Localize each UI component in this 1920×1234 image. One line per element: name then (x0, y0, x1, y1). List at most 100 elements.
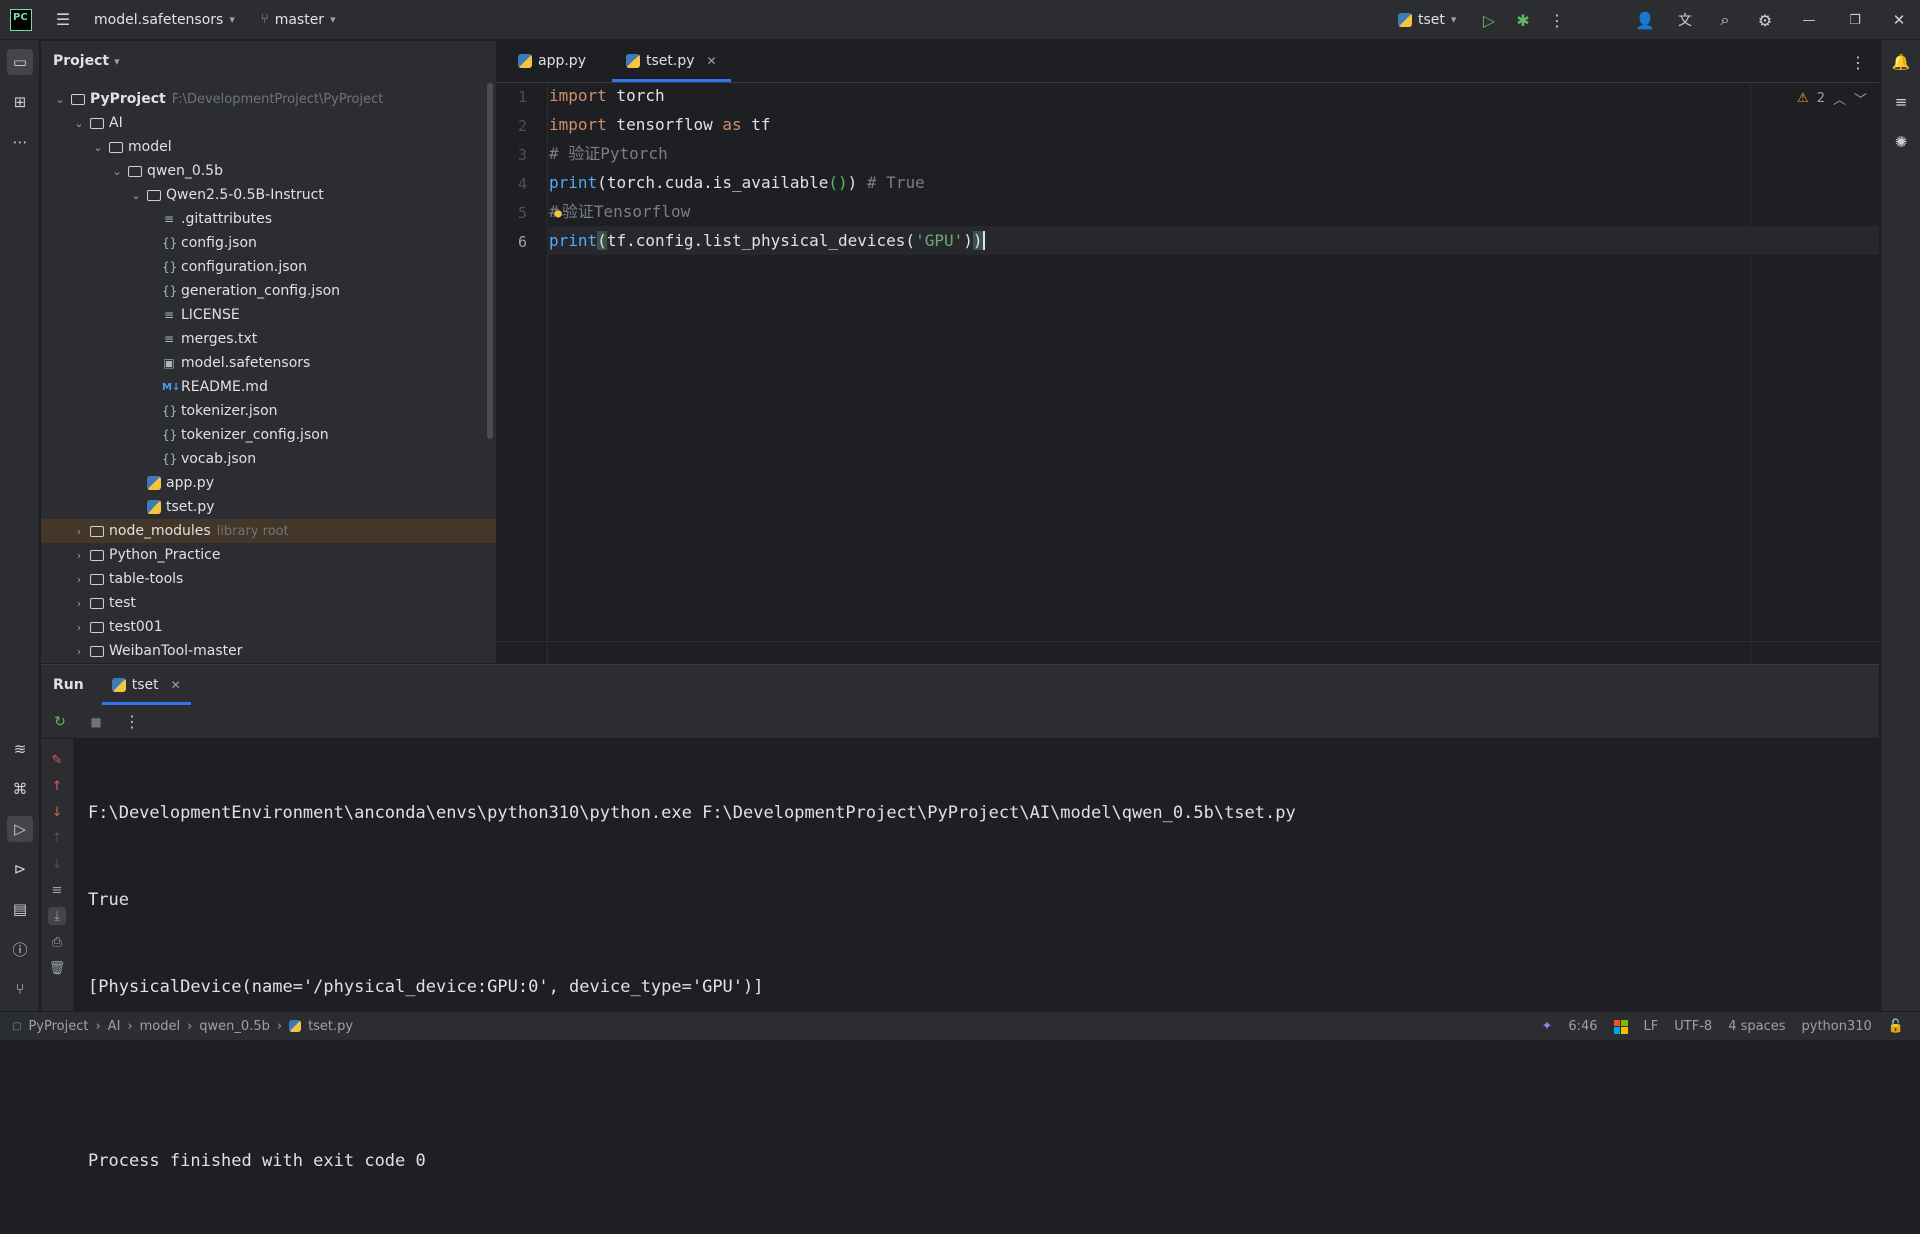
git-tool-icon[interactable]: ⑂ (7, 976, 33, 1002)
up-arrow-icon[interactable]: ↑ (48, 777, 66, 795)
chevron-right-icon[interactable]: › (72, 549, 86, 562)
project-scrollbar[interactable] (487, 83, 493, 439)
translate-icon[interactable]: 文 (1672, 7, 1698, 33)
tree-item[interactable]: {} vocab.json (41, 447, 496, 471)
tree-item[interactable]: app.py (41, 471, 496, 495)
main-menu-icon[interactable]: ☰ (50, 7, 76, 33)
layers-tool-icon[interactable]: ≋ (7, 736, 33, 762)
tree-item[interactable]: ⌄ model (41, 135, 496, 159)
chevron-right-icon[interactable]: › (72, 525, 86, 538)
project-selector[interactable]: model.safetensors ▾ (94, 12, 235, 28)
chevron-down-icon[interactable]: ﹀ (1854, 89, 1867, 108)
inspection-widget[interactable]: ⚠ 2 ︿ ﹀ (1797, 89, 1867, 108)
tree-item[interactable]: {} generation_config.json (41, 279, 496, 303)
more-tools-icon[interactable]: ⋯ (7, 129, 33, 155)
chevron-down-icon[interactable]: ⌄ (72, 117, 86, 130)
chevron-down-icon[interactable]: ⌄ (91, 141, 105, 154)
run-config-selector[interactable]: tset ▾ (1398, 12, 1456, 28)
breadcrumb-item[interactable]: model (140, 1019, 180, 1034)
branch-selector[interactable]: ⑂ master ▾ (261, 12, 336, 28)
print-icon[interactable]: ⎙ (48, 933, 66, 951)
python-interpreter[interactable]: python310 (1802, 1019, 1872, 1034)
tree-item[interactable]: › WeibanTool-master (41, 639, 496, 663)
chevron-down-icon[interactable]: ⌄ (129, 189, 143, 202)
tab-options-icon[interactable]: ⋮ (1845, 49, 1871, 75)
tree-item[interactable]: M↓ README.md (41, 375, 496, 399)
tab-app-py[interactable]: app.py (504, 40, 600, 82)
terminal-tool-icon[interactable]: ▤ (7, 896, 33, 922)
tree-item[interactable]: ≡ merges.txt (41, 327, 496, 351)
run-tool-icon[interactable]: ▷ (7, 816, 33, 842)
tree-item[interactable]: › test001 (41, 615, 496, 639)
database-icon[interactable]: ≡ (1888, 89, 1914, 115)
editor-horizontal-scroll[interactable] (496, 641, 1879, 663)
minimize-icon[interactable]: — (1796, 7, 1822, 33)
pin-icon[interactable]: ✎ (48, 751, 66, 769)
ai-status-icon[interactable]: ✦ (1541, 1019, 1552, 1034)
code-with-me-icon[interactable]: 👤 (1632, 7, 1658, 33)
search-icon[interactable]: ⌕ (1712, 7, 1738, 33)
chevron-right-icon[interactable]: › (72, 597, 86, 610)
breadcrumb-item[interactable]: tset.py (308, 1019, 353, 1034)
tree-item[interactable]: {} configuration.json (41, 255, 496, 279)
debug-icon[interactable]: ✱ (1510, 7, 1536, 33)
tree-item[interactable]: › table-tools (41, 567, 496, 591)
tree-item[interactable]: › node_modules library root (41, 519, 496, 543)
tree-item[interactable]: › test (41, 591, 496, 615)
tree-item[interactable]: ≡ .gitattributes (41, 207, 496, 231)
tree-item[interactable]: › Python_Practice (41, 543, 496, 567)
breadcrumb-item[interactable]: PyProject (28, 1019, 88, 1034)
chevron-right-icon[interactable]: › (72, 573, 86, 586)
scroll-to-end-icon[interactable]: ⤓ (48, 907, 66, 925)
close-tab-icon[interactable]: ✕ (707, 54, 717, 68)
trash-icon[interactable]: 🗑 (48, 959, 66, 977)
soft-wrap-icon[interactable]: ≡ (48, 881, 66, 899)
rerun-icon[interactable]: ↻ (47, 709, 73, 735)
breadcrumb-item[interactable]: qwen_0.5b (199, 1019, 270, 1034)
chevron-down-icon[interactable]: ⌄ (110, 165, 124, 178)
down-arrow-icon[interactable]: ↓ (48, 803, 66, 821)
close-tab-icon[interactable]: ✕ (171, 678, 181, 692)
code-line-6[interactable]: print(tf.config.list_physical_devices('G… (549, 226, 1879, 255)
project-tool-icon[interactable]: ▭ (7, 49, 33, 75)
more-options-icon[interactable]: ⋮ (119, 709, 145, 735)
tree-row-root[interactable]: ⌄ PyProject F:\DevelopmentProject\PyProj… (41, 87, 496, 111)
tree-item[interactable]: ≡ LICENSE (41, 303, 496, 327)
run-tab-tset[interactable]: tset ✕ (101, 665, 191, 705)
code-line-2[interactable]: import tensorflow as tf (549, 110, 771, 139)
lightbulb-icon[interactable]: ● (555, 206, 562, 220)
problems-tool-icon[interactable]: ⓘ (7, 936, 33, 962)
tree-item[interactable]: {} config.json (41, 231, 496, 255)
code-line-3[interactable]: # 验证Pytorch (549, 139, 668, 168)
console-output[interactable]: F:\DevelopmentEnvironment\anconda\envs\p… (88, 741, 1296, 1234)
run-icon[interactable]: ▷ (1476, 7, 1502, 33)
restore-icon[interactable]: ❐ (1842, 7, 1868, 33)
tree-item[interactable]: ▣ model.safetensors (41, 351, 496, 375)
tree-item[interactable]: ⌄ Qwen2.5-0.5B-Instruct (41, 183, 496, 207)
tree-item[interactable]: {} tokenizer_config.json (41, 423, 496, 447)
tab-tset-py[interactable]: tset.py ✕ (611, 40, 731, 82)
line-separator[interactable]: LF (1644, 1019, 1659, 1034)
ai-assistant-icon[interactable]: ✺ (1888, 129, 1914, 155)
tree-item[interactable]: {} tokenizer.json (41, 399, 496, 423)
lock-icon[interactable]: 🔓 (1888, 1019, 1904, 1034)
prev-occurrence-icon[interactable]: ↑ (48, 829, 66, 847)
python-console-icon[interactable]: ⌘ (7, 776, 33, 802)
stop-icon[interactable]: ■ (83, 709, 109, 735)
settings-gear-icon[interactable]: ⚙ (1752, 7, 1778, 33)
next-occurrence-icon[interactable]: ↓ (48, 855, 66, 873)
indent-setting[interactable]: 4 spaces (1728, 1019, 1785, 1034)
breadcrumb-item[interactable]: AI (108, 1019, 121, 1034)
code-line-1[interactable]: import torch (549, 81, 665, 110)
structure-tool-icon[interactable]: ⊞ (7, 89, 33, 115)
chevron-right-icon[interactable]: › (72, 621, 86, 634)
notifications-bell-icon[interactable]: 🔔 (1888, 49, 1914, 75)
chevron-right-icon[interactable]: › (72, 645, 86, 658)
project-panel-header[interactable]: Project ▾ (41, 41, 496, 81)
services-tool-icon[interactable]: ⊳ (7, 856, 33, 882)
tree-item[interactable]: ⌄ AI (41, 111, 496, 135)
more-actions-icon[interactable]: ⋮ (1544, 7, 1570, 33)
code-line-5[interactable]: #●验证Tensorflow (549, 197, 690, 226)
tree-item[interactable]: ⌄ qwen_0.5b (41, 159, 496, 183)
caret-position[interactable]: 6:46 (1568, 1019, 1597, 1034)
